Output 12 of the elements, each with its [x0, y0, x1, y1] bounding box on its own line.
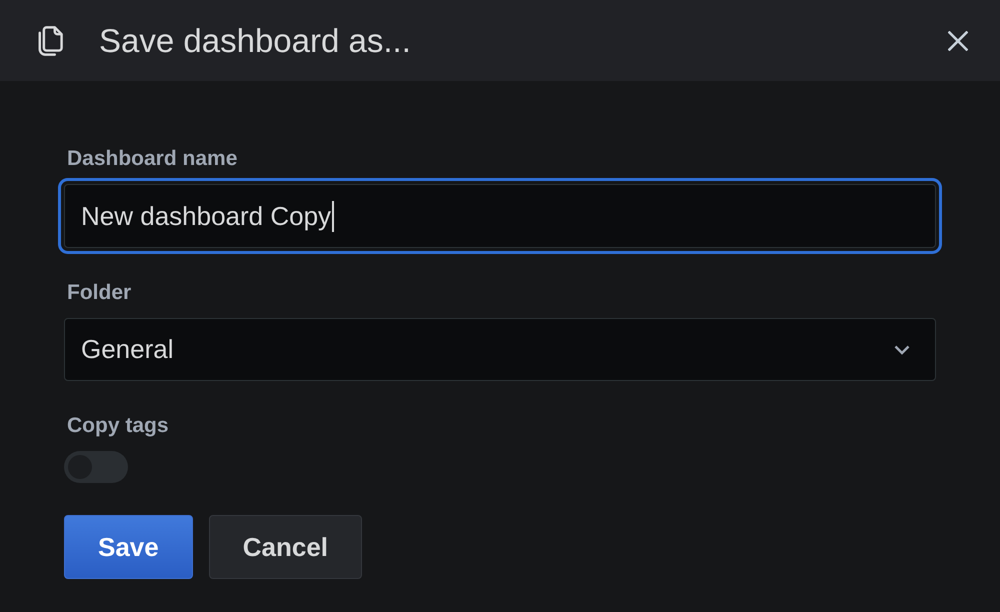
toggle-switch[interactable] — [64, 451, 128, 483]
save-button[interactable]: Save — [64, 515, 193, 579]
dialog-title: Save dashboard as... — [99, 20, 412, 60]
close-icon[interactable] — [948, 30, 968, 50]
copy-icon — [37, 26, 63, 56]
field-label: Folder — [66, 280, 132, 306]
cancel-button[interactable]: Cancel — [208, 515, 362, 579]
chevron-down-icon — [894, 344, 910, 354]
text-cursor — [332, 200, 334, 232]
field-label: Dashboard name — [66, 146, 238, 172]
field-label: Copy tags — [66, 413, 169, 439]
dropdown-field[interactable]: General — [64, 318, 936, 381]
